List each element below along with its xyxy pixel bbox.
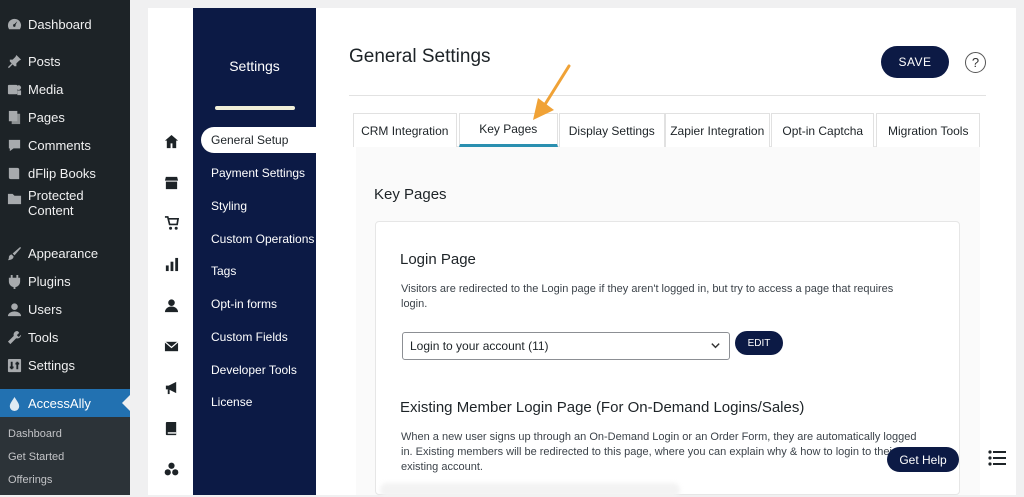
nav-developer-tools[interactable]: Developer Tools [211, 363, 297, 377]
description-line: in. Existing members will be redirected … [401, 446, 896, 458]
section-title: Key Pages [374, 186, 447, 203]
wp-menu-label: Appearance [28, 245, 99, 261]
existing-member-title: Existing Member Login Page (For On-Deman… [400, 399, 805, 416]
wp-menu-pages[interactable]: Pages [0, 103, 130, 131]
wp-menu-plugins[interactable]: Plugins [0, 267, 130, 295]
wp-menu-settings[interactable]: Settings [0, 351, 130, 379]
chevron-down-icon [710, 340, 721, 354]
nav-custom-fields[interactable]: Custom Fields [211, 330, 288, 344]
wp-submenu-offerings[interactable]: Offerings [8, 474, 52, 486]
page-title: General Settings [349, 46, 491, 67]
user-icon [6, 301, 22, 317]
nav-license[interactable]: License [211, 395, 252, 409]
nav-general-setup[interactable]: General Setup [201, 127, 324, 153]
wp-menu-label: Pages [28, 109, 65, 125]
wp-menu-label: Media [28, 81, 64, 97]
cart-icon[interactable] [163, 215, 179, 231]
wp-menu-protected-content[interactable]: Protected Content [0, 188, 130, 224]
wp-menu-accessally[interactable]: AccessAlly [0, 389, 130, 417]
nav-payment-settings[interactable]: Payment Settings [211, 166, 305, 180]
nav-tags[interactable]: Tags [211, 264, 236, 278]
tab-crm-integration[interactable]: CRM Integration [353, 113, 457, 147]
annotation-arrow-icon [533, 64, 571, 120]
wp-menu-label: Tools [28, 329, 59, 345]
home-icon[interactable] [163, 133, 179, 149]
chart-icon[interactable] [163, 256, 179, 272]
wp-menu-label: Plugins [28, 273, 71, 289]
wp-menu-label: AccessAlly [28, 395, 91, 411]
wp-submenu: Dashboard Get Started Offerings [0, 417, 130, 495]
list-icon[interactable] [988, 450, 1006, 466]
settings-title-underline [215, 106, 295, 110]
wp-submenu-dashboard[interactable]: Dashboard [8, 428, 62, 440]
edit-button[interactable]: EDIT [735, 331, 783, 355]
login-page-description: Visitors are redirected to the Login pag… [401, 282, 941, 312]
existing-member-description: When a new user signs up through an On-D… [401, 430, 946, 475]
wp-menu-label: Users [28, 301, 62, 317]
login-page-select[interactable]: Login to your account (11) [402, 332, 730, 360]
login-page-title: Login Page [400, 251, 476, 268]
tab-migration-tools[interactable]: Migration Tools [876, 113, 980, 147]
wp-menu-label: Protected Content [28, 188, 84, 218]
wp-menu-label: Dashboard [28, 16, 92, 32]
wp-menu-tools[interactable]: Tools [0, 323, 130, 351]
wp-menu-posts[interactable]: Posts [0, 47, 130, 75]
store-icon[interactable] [163, 174, 179, 190]
save-button[interactable]: SAVE [881, 46, 949, 78]
description-line: login. [401, 298, 428, 310]
wp-admin-sidebar: Dashboard Posts Media Pages Comments dFl… [0, 0, 130, 495]
nav-styling[interactable]: Styling [211, 199, 247, 213]
get-help-button[interactable]: Get Help [887, 447, 959, 472]
dashboard-icon [6, 16, 22, 32]
tab-opt-in-captcha[interactable]: Opt-in Captcha [770, 113, 875, 147]
settings-nav-title: Settings [229, 58, 280, 74]
book-icon[interactable] [163, 420, 179, 436]
brush-icon [6, 245, 22, 261]
book-icon [6, 165, 22, 181]
description-line: When a new user signs up through an On-D… [401, 431, 917, 443]
tab-zapier-integration[interactable]: Zapier Integration [664, 113, 770, 147]
select-value: Login to your account (11) [410, 339, 549, 353]
mail-icon[interactable] [163, 338, 179, 354]
megaphone-icon[interactable] [163, 379, 179, 395]
wp-menu-label: Posts [28, 53, 61, 69]
description-line: Visitors are redirected to the Login pag… [401, 283, 894, 295]
wp-menu-users[interactable]: Users [0, 295, 130, 323]
description-line: existing account. [401, 461, 483, 473]
wp-menu-media[interactable]: Media [0, 75, 130, 103]
wp-submenu-get-started[interactable]: Get Started [8, 451, 64, 463]
wp-menu-comments[interactable]: Comments [0, 131, 130, 159]
header-divider [349, 95, 986, 96]
wrench-icon [6, 329, 22, 345]
help-icon[interactable]: ? [965, 52, 986, 73]
folder-icon [6, 190, 22, 206]
settings-icon [6, 357, 22, 373]
comments-icon [6, 137, 22, 153]
wp-menu-dashboard[interactable]: Dashboard [0, 10, 130, 38]
pages-icon [6, 109, 22, 125]
wp-menu-dflip-books[interactable]: dFlip Books [0, 159, 130, 187]
plugin-icon [6, 273, 22, 289]
wp-menu-label: Comments [28, 137, 91, 153]
community-icon[interactable] [163, 461, 179, 477]
wp-menu-label: Settings [28, 357, 75, 373]
user-icon[interactable] [163, 297, 179, 313]
media-icon [6, 81, 22, 97]
settings-nav: Settings General Setup Payment Settings … [193, 8, 324, 495]
wp-menu-appearance[interactable]: Appearance [0, 239, 130, 267]
wp-menu-label: dFlip Books [28, 165, 96, 181]
nav-opt-in-forms[interactable]: Opt-in forms [211, 297, 277, 311]
pin-icon [6, 53, 22, 69]
drop-icon [6, 395, 22, 411]
settings-tabs: CRM Integration Key Pages Display Settin… [353, 113, 980, 147]
tab-display-settings[interactable]: Display Settings [559, 113, 665, 147]
nav-custom-operations[interactable]: Custom Operations [211, 232, 314, 246]
